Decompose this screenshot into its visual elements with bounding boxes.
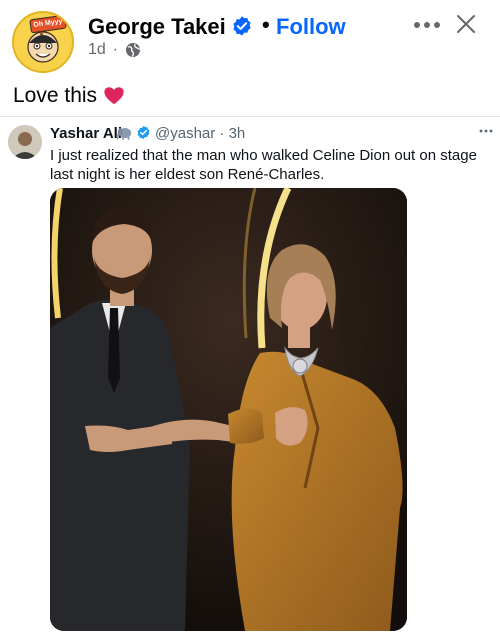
post-caption: Love this — [13, 84, 125, 108]
author-avatar[interactable]: Oh Myyy — [12, 11, 74, 73]
post-header: Oh Myyy George Takei • Follow 1d · — [0, 0, 500, 78]
post-time[interactable]: 1d — [88, 41, 106, 59]
post-meta: 1d · — [88, 41, 141, 59]
avatar-photo — [8, 125, 42, 159]
stage-photo — [50, 188, 407, 631]
tweet-media-photo[interactable] — [50, 188, 407, 631]
verified-badge-icon — [233, 16, 251, 36]
tweet-text: I just realized that the man who walked … — [50, 147, 477, 183]
follow-button[interactable]: Follow — [276, 14, 346, 40]
elephant-icon — [116, 128, 132, 140]
close-icon[interactable] — [455, 13, 477, 35]
divider — [0, 116, 500, 117]
globe-icon[interactable] — [125, 42, 141, 58]
tweet-more-icon[interactable] — [478, 127, 494, 135]
meta-separator: · — [112, 41, 119, 58]
header-separator: • — [262, 12, 270, 37]
more-icon[interactable] — [412, 16, 442, 34]
author-name[interactable]: George Takei — [88, 14, 226, 40]
tweet-handle-time[interactable]: @yashar · 3h — [155, 125, 245, 142]
tweet-author-name[interactable]: Yashar Ali — [50, 125, 122, 142]
caption-text: Love this — [13, 84, 98, 107]
tweet-verified-badge-icon — [137, 125, 150, 140]
red-heart-icon — [104, 87, 124, 105]
tweet-author-avatar[interactable] — [8, 125, 42, 159]
